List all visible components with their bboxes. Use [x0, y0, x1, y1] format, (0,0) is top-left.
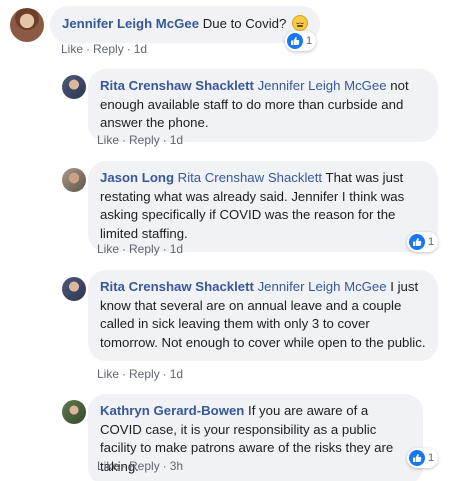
separator: ·: [122, 242, 127, 256]
comment-actions: Like · Reply · 1d: [61, 42, 147, 56]
mention-link[interactable]: Jennifer Leigh McGee: [258, 78, 387, 93]
comment-bubble: Rita Crenshaw Shacklett Jennifer Leigh M…: [88, 270, 438, 361]
separator: ·: [86, 42, 91, 56]
like-icon: [409, 234, 425, 250]
comment-actions: Like · Reply · 3h: [97, 459, 183, 473]
like-button[interactable]: Like: [97, 367, 119, 381]
separator: ·: [162, 133, 167, 147]
mention-link[interactable]: Rita Crenshaw Shacklett: [178, 170, 322, 185]
reaction-number: 1: [428, 236, 435, 248]
reply-button[interactable]: Reply: [129, 133, 160, 147]
like-button[interactable]: Like: [97, 242, 119, 256]
reaction-count[interactable]: 1: [407, 448, 439, 468]
comment-bubble: Rita Crenshaw Shacklett Jennifer Leigh M…: [88, 69, 438, 142]
separator: ·: [162, 242, 167, 256]
separator: ·: [122, 133, 127, 147]
avatar[interactable]: [62, 400, 86, 424]
avatar[interactable]: [62, 277, 86, 301]
comment-author[interactable]: Jennifer Leigh McGee: [62, 16, 199, 31]
comment-actions: Like · Reply · 1d: [97, 242, 183, 256]
mention-link[interactable]: Jennifer Leigh McGee: [258, 279, 387, 294]
comment-author[interactable]: Rita Crenshaw Shacklett: [100, 279, 254, 294]
timestamp[interactable]: 3h: [170, 459, 183, 473]
avatar[interactable]: [62, 168, 86, 192]
separator: ·: [126, 42, 131, 56]
grimace-emoji-icon: [291, 15, 308, 31]
reaction-count[interactable]: 1: [285, 31, 317, 51]
separator: ·: [122, 367, 127, 381]
timestamp[interactable]: 1d: [170, 133, 183, 147]
reply-button[interactable]: Reply: [129, 367, 160, 381]
separator: ·: [122, 459, 127, 473]
like-icon: [287, 33, 303, 49]
comment-author[interactable]: Kathryn Gerard-Bowen: [100, 403, 244, 418]
reply-button[interactable]: Reply: [93, 42, 124, 56]
comment-author[interactable]: Rita Crenshaw Shacklett: [100, 78, 254, 93]
like-button[interactable]: Like: [97, 459, 119, 473]
avatar[interactable]: [10, 8, 44, 42]
like-icon: [409, 450, 425, 466]
like-button[interactable]: Like: [97, 133, 119, 147]
reply-button[interactable]: Reply: [129, 242, 160, 256]
reaction-count[interactable]: 1: [407, 232, 439, 252]
timestamp[interactable]: 1d: [170, 242, 183, 256]
reaction-number: 1: [306, 35, 313, 47]
avatar[interactable]: [62, 75, 86, 99]
like-button[interactable]: Like: [61, 42, 83, 56]
separator: ·: [162, 459, 167, 473]
comment-actions: Like · Reply · 1d: [97, 133, 183, 147]
reply-button[interactable]: Reply: [129, 459, 160, 473]
timestamp[interactable]: 1d: [134, 42, 147, 56]
comment-text: Due to Covid?: [202, 16, 287, 31]
comment-actions: Like · Reply · 1d: [97, 367, 183, 381]
comment-bubble: Jason Long Rita Crenshaw Shacklett That …: [88, 161, 438, 252]
reaction-number: 1: [428, 452, 435, 464]
comment-author[interactable]: Jason Long: [100, 170, 174, 185]
separator: ·: [162, 367, 167, 381]
timestamp[interactable]: 1d: [170, 367, 183, 381]
comment-bubble: Jennifer Leigh McGee Due to Covid?: [50, 6, 320, 43]
